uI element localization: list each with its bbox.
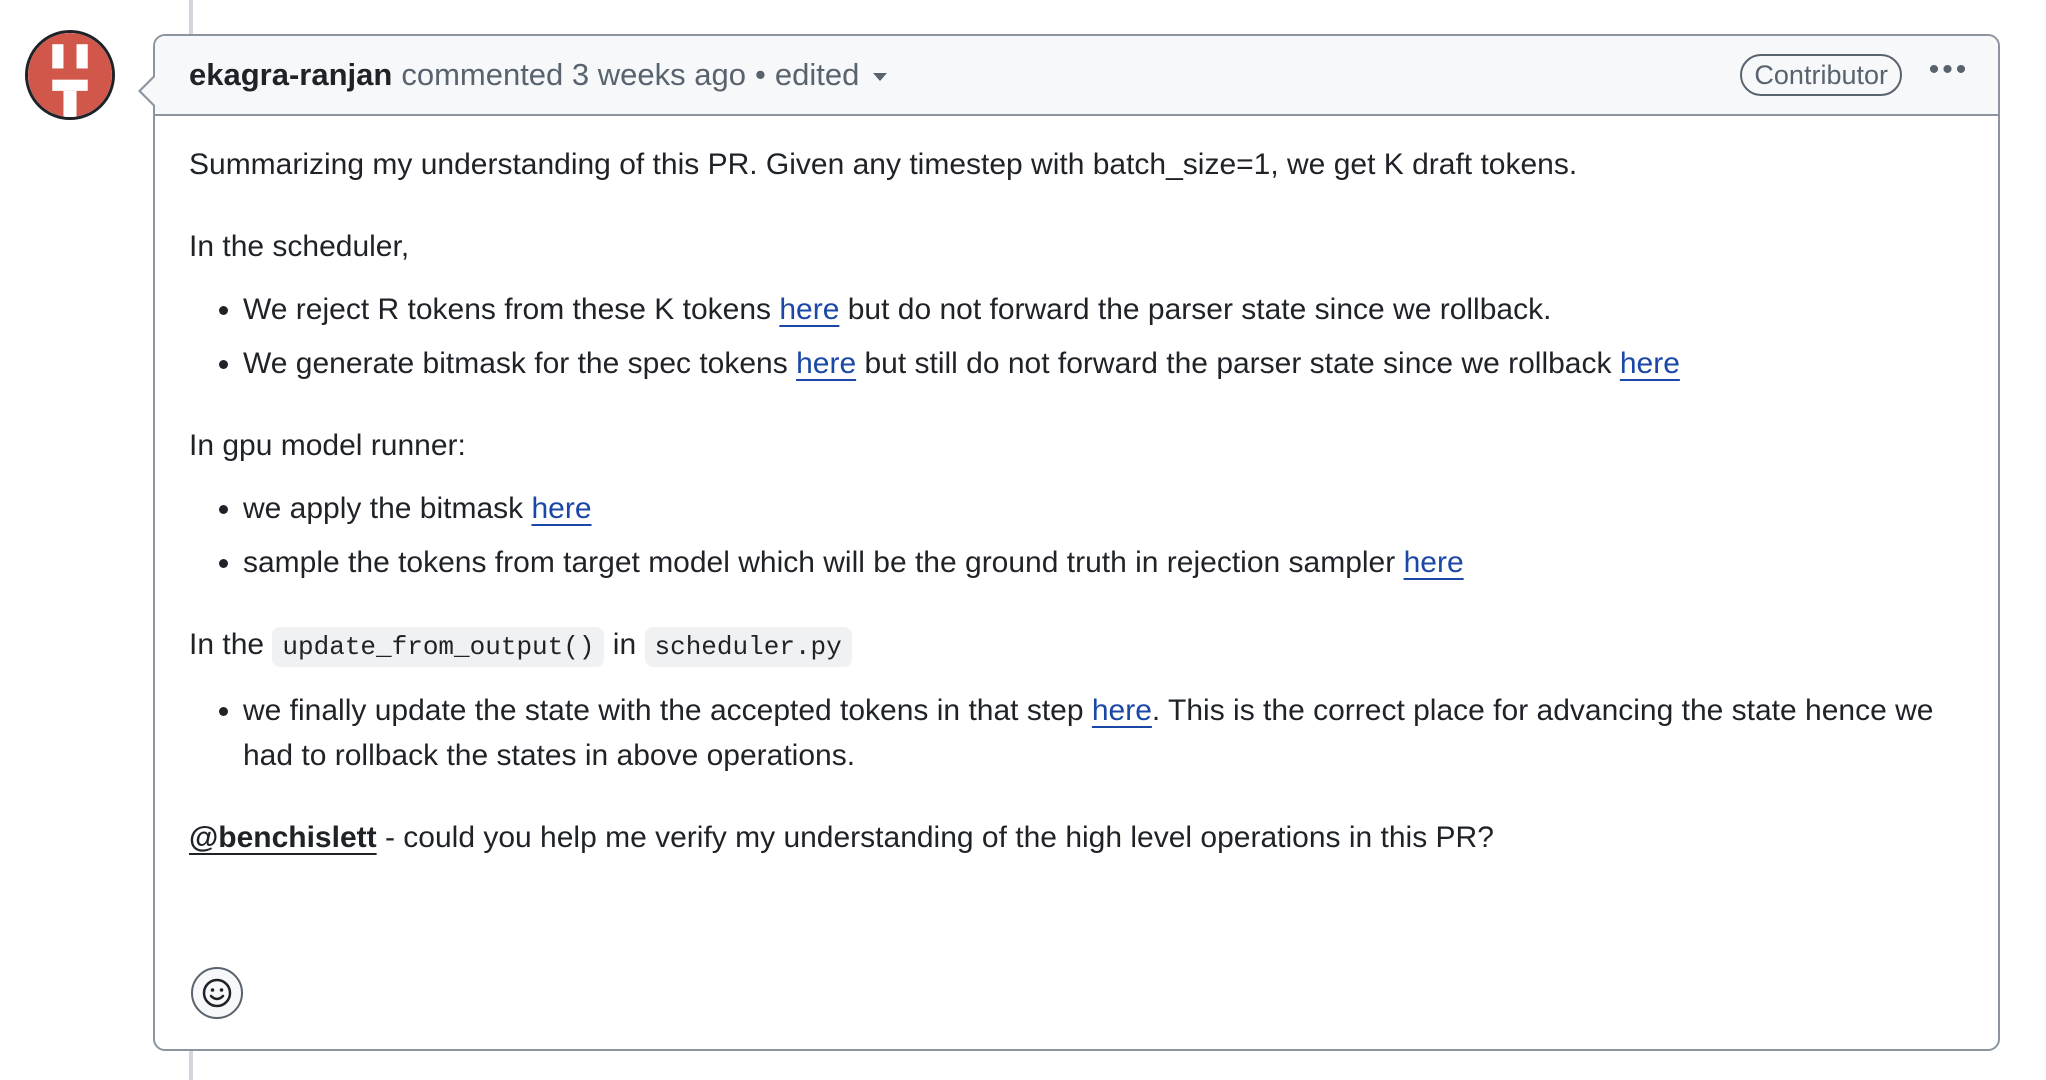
intro-paragraph: Summarizing my understanding of this PR.… [189, 148, 1578, 181]
here-link[interactable]: here [779, 293, 839, 326]
list-item: We generate bitmask for the spec tokens … [243, 341, 1964, 386]
update-list: we finally update the state with the acc… [189, 688, 1964, 778]
triangle-down-icon [873, 73, 888, 81]
scheduler-heading: In the scheduler, [189, 230, 410, 263]
gpu-heading: In gpu model runner: [189, 429, 466, 462]
gpu-list: we apply the bitmask here sample the tok… [189, 486, 1964, 585]
scheduler-list: We reject R tokens from these K tokens h… [189, 287, 1964, 386]
contributor-badge: Contributor [1740, 54, 1902, 96]
here-link[interactable]: here [531, 492, 591, 525]
kebab-horizontal-icon[interactable]: ••• [1926, 53, 1972, 87]
list-item: we finally update the state with the acc… [243, 688, 1964, 778]
here-link[interactable]: here [796, 347, 856, 380]
closing-paragraph: @benchislett - could you help me verify … [189, 821, 1494, 854]
avatar-identicon-icon [28, 33, 112, 117]
smiley-icon [202, 978, 232, 1008]
list-item: We reject R tokens from these K tokens h… [243, 287, 1964, 332]
author-link[interactable]: ekagra-ranjan [189, 57, 392, 93]
edited-dropdown[interactable]: edited [774, 57, 888, 93]
inline-code: update_from_output() [272, 627, 605, 667]
comment-action: commented [401, 57, 564, 92]
list-item: sample the tokens from target model whic… [243, 540, 1964, 585]
comment-header: ekagra-ranjan commented 3 weeks ago • ed… [155, 36, 1998, 116]
here-link[interactable]: here [1092, 694, 1152, 727]
add-reaction-button[interactable] [191, 967, 243, 1019]
here-link[interactable]: here [1404, 546, 1464, 579]
comment-box: ekagra-ranjan commented 3 weeks ago • ed… [138, 34, 2000, 1051]
user-mention[interactable]: @benchislett [189, 821, 377, 854]
comment-body: Summarizing my understanding of this PR.… [155, 116, 1998, 860]
update-heading: In the update_from_output() in scheduler… [189, 622, 1964, 670]
edited-label: edited [774, 57, 860, 92]
separator-dot: • [754, 57, 766, 92]
here-link[interactable]: here [1620, 347, 1680, 380]
list-item: we apply the bitmask here [243, 486, 1964, 531]
avatar[interactable] [25, 30, 115, 120]
comment-timestamp[interactable]: 3 weeks ago [572, 57, 746, 93]
inline-code: scheduler.py [644, 627, 852, 667]
